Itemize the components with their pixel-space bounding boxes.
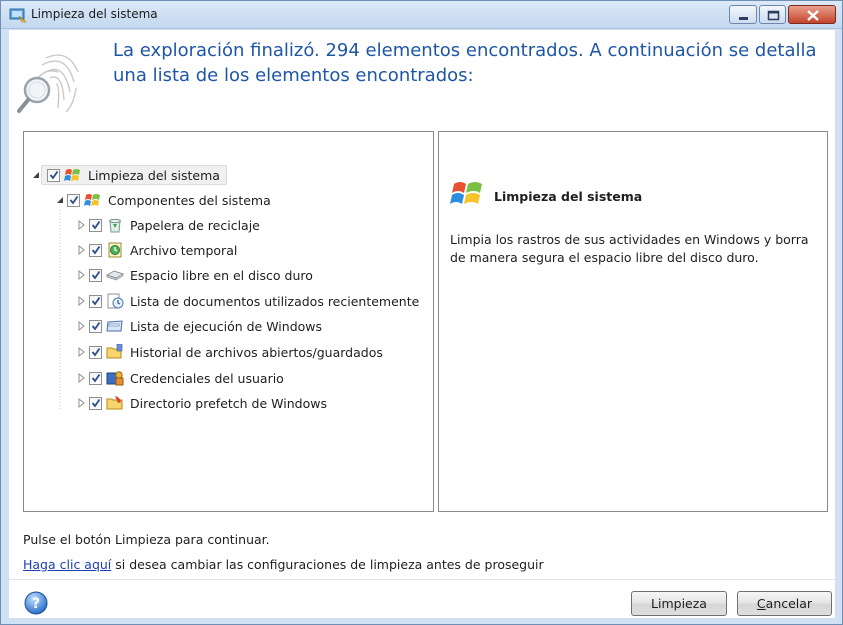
collapsed-arrow-icon[interactable] — [77, 398, 87, 408]
tree-node-windows-run-list[interactable]: Lista de ejecución de Windows — [77, 315, 322, 337]
tree-node-label: Papelera de reciclaje — [130, 217, 260, 233]
tree-node-label: Credenciales del usuario — [130, 370, 284, 386]
tree-node-free-disk-space[interactable]: Espacio libre en el disco duro — [77, 264, 313, 286]
item-checkbox[interactable] — [89, 396, 102, 410]
tree-node-user-credentials[interactable]: Credenciales del usuario — [77, 367, 284, 389]
tree-node-recycle-bin[interactable]: Papelera de reciclaje — [77, 214, 260, 236]
item-checkbox[interactable] — [89, 345, 102, 359]
tree-node-label: Archivo temporal — [130, 242, 238, 258]
windows-logo-icon — [84, 194, 100, 206]
detail-description: Limpia los rastros de sus actividades en… — [450, 232, 809, 265]
close-button[interactable] — [788, 5, 836, 24]
item-checkbox[interactable] — [89, 371, 102, 385]
minimize-button[interactable] — [729, 5, 757, 24]
checkmark-icon — [91, 321, 100, 331]
minimize-icon — [739, 17, 748, 20]
group-checkbox[interactable] — [67, 193, 80, 207]
tree-node-temp-file[interactable]: Archivo temporal — [77, 239, 237, 261]
collapsed-arrow-icon[interactable] — [77, 296, 87, 306]
checkmark-icon — [69, 195, 78, 205]
detail-title: Limpieza del sistema — [494, 189, 643, 204]
tree-node-label: Directorio prefetch de Windows — [130, 395, 327, 411]
checkmark-icon — [49, 170, 58, 180]
expanded-arrow-icon[interactable] — [31, 170, 41, 180]
item-checkbox[interactable] — [89, 243, 102, 257]
tree-node-recent-documents[interactable]: Lista de documentos utilizados recientem… — [77, 290, 419, 312]
change-settings-link[interactable]: Haga clic aquí — [23, 557, 111, 572]
app-icon — [9, 8, 27, 23]
collapsed-arrow-icon[interactable] — [77, 220, 87, 230]
root-checkbox[interactable] — [47, 168, 60, 182]
collapsed-arrow-icon[interactable] — [77, 373, 87, 383]
maximize-icon — [767, 10, 780, 21]
recent-documents-icon — [107, 293, 124, 309]
main-window: Limpieza del sistema La exploración fina… — [0, 0, 843, 625]
tree-node-prefetch-directory[interactable]: Directorio prefetch de Windows — [77, 392, 327, 414]
item-checkbox[interactable] — [89, 218, 102, 232]
collapsed-arrow-icon[interactable] — [77, 347, 87, 357]
tree-node-label: Espacio libre en el disco duro — [130, 267, 313, 283]
item-checkbox[interactable] — [89, 268, 102, 282]
cancel-button[interactable]: Cancelar — [737, 591, 832, 616]
credentials-icon — [106, 371, 124, 386]
fingerprint-magnifier-icon — [17, 54, 79, 113]
folder-history-icon — [106, 344, 123, 359]
close-icon — [807, 10, 819, 21]
collapsed-arrow-icon[interactable] — [77, 321, 87, 331]
prefetch-folder-icon — [106, 396, 123, 410]
checkmark-icon — [91, 270, 100, 280]
cancel-label-rest: ancelar — [765, 596, 813, 611]
tree-node-label: Limpieza del sistema — [88, 167, 220, 183]
item-checkbox[interactable] — [89, 294, 102, 308]
settings-link-suffix: si desea cambiar las configuraciones de … — [111, 557, 544, 572]
maximize-button[interactable] — [759, 5, 786, 24]
expanded-arrow-icon[interactable] — [55, 195, 65, 205]
checkmark-icon — [91, 373, 100, 383]
collapsed-arrow-icon[interactable] — [77, 270, 87, 280]
windows-logo-icon — [64, 169, 80, 181]
tree-node-label: Historial de archivos abiertos/guardados — [130, 344, 383, 360]
temp-file-icon — [108, 242, 122, 258]
collapsed-arrow-icon[interactable] — [77, 245, 87, 255]
tree-guide-line — [59, 210, 61, 410]
cancel-access-key: C — [756, 596, 766, 611]
checkmark-icon — [91, 347, 100, 357]
checkmark-icon — [91, 296, 100, 306]
settings-link-line: Haga clic aquí si desea cambiar las conf… — [23, 557, 544, 572]
windows-logo-icon — [450, 182, 482, 204]
window-title: Limpieza del sistema — [31, 7, 158, 21]
footer-separator — [9, 579, 835, 580]
tree-node-label: Lista de ejecución de Windows — [130, 318, 323, 334]
item-checkbox[interactable] — [89, 319, 102, 333]
hard-disk-icon — [106, 270, 124, 281]
checkmark-icon — [91, 220, 100, 230]
tree-node-open-save-history[interactable]: Historial de archivos abiertos/guardados — [77, 341, 383, 363]
root-selection[interactable]: Limpieza del sistema — [41, 165, 227, 185]
scan-result-message: La exploración finalizó. 294 elementos e… — [113, 40, 817, 86]
svg-text:?: ? — [32, 596, 40, 612]
help-icon[interactable]: ? — [24, 591, 48, 615]
recycle-bin-icon — [109, 218, 121, 233]
clean-button[interactable]: Limpieza — [631, 591, 727, 616]
checkmark-icon — [91, 398, 100, 408]
continue-hint: Pulse el botón Limpieza para continuar. — [23, 532, 270, 547]
title-bar[interactable]: Limpieza del sistema — [1, 1, 842, 29]
tree-node-label: Lista de documentos utilizados recientem… — [130, 293, 420, 309]
tree-node-label: Componentes del sistema — [108, 192, 271, 208]
checkmark-icon — [91, 245, 100, 255]
tree-node-root[interactable]: Limpieza del sistema — [31, 164, 227, 186]
run-list-icon — [106, 320, 123, 332]
tree-node-system-components[interactable]: Componentes del sistema — [55, 189, 271, 211]
